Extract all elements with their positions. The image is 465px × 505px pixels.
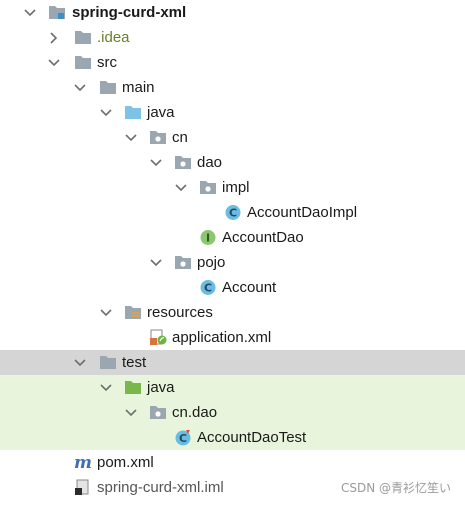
- tree-row-test-java[interactable]: java: [0, 375, 465, 400]
- test-class-icon: C: [174, 429, 192, 446]
- folder-icon: [99, 354, 117, 371]
- package-label: cn: [172, 129, 188, 146]
- chevron-down-icon[interactable]: [124, 400, 138, 425]
- interface-icon-letter: I: [206, 232, 210, 245]
- chevron-down-icon[interactable]: [73, 75, 87, 100]
- interface-icon: I: [199, 229, 217, 246]
- tree-row-account-dao[interactable]: I AccountDao: [0, 225, 465, 250]
- tree-row-resources[interactable]: resources: [0, 300, 465, 325]
- tree-row-pom-xml[interactable]: m pom.xml: [0, 450, 465, 475]
- tree-row-cn[interactable]: cn: [0, 125, 465, 150]
- file-label: AccountDao: [222, 229, 304, 246]
- maven-icon: m: [74, 453, 92, 473]
- tree-row-account[interactable]: C Account: [0, 275, 465, 300]
- folder-label: src: [97, 54, 117, 71]
- package-label: dao: [197, 154, 223, 171]
- tree-row-idea[interactable]: .idea: [0, 25, 465, 50]
- folder-label: test: [122, 354, 147, 371]
- file-label: AccountDaoImpl: [247, 204, 358, 221]
- chevron-down-icon[interactable]: [124, 125, 138, 150]
- tree-row-test[interactable]: test: [0, 350, 465, 375]
- tree-row-application-xml[interactable]: application.xml: [0, 325, 465, 350]
- tree-row-account-dao-impl[interactable]: C AccountDaoImpl: [0, 200, 465, 225]
- watermark: CSDN @青衫忆笙い: [340, 481, 451, 495]
- folder-label: .idea: [97, 29, 130, 46]
- resources-folder-icon: [124, 304, 142, 321]
- tree-row-cn-dao[interactable]: cn.dao: [0, 400, 465, 425]
- class-icon: C: [199, 279, 217, 296]
- class-icon-letter: C: [204, 282, 212, 295]
- test-source-folder-icon: [124, 379, 142, 396]
- chevron-down-icon[interactable]: [99, 375, 113, 400]
- tree-row-root[interactable]: spring-curd-xml: [0, 0, 465, 25]
- tree-row-dao[interactable]: dao: [0, 150, 465, 175]
- source-folder-icon: [124, 104, 142, 121]
- tree-row-account-dao-test[interactable]: C AccountDaoTest: [0, 425, 465, 450]
- folder-icon: [99, 79, 117, 96]
- package-icon: [174, 254, 192, 271]
- package-icon: [199, 179, 217, 196]
- chevron-down-icon[interactable]: [99, 100, 113, 125]
- tree-row-main[interactable]: main: [0, 75, 465, 100]
- package-label: cn.dao: [172, 404, 218, 421]
- spring-xml-file-icon: [149, 329, 167, 346]
- tree-row-src[interactable]: src: [0, 50, 465, 75]
- class-icon-letter: C: [229, 207, 237, 220]
- folder-label: resources: [147, 304, 213, 321]
- tree-row-impl[interactable]: impl: [0, 175, 465, 200]
- class-icon: C: [224, 204, 242, 221]
- module-folder-icon: [48, 4, 66, 21]
- maven-icon-letter: m: [74, 454, 92, 471]
- package-label: pojo: [197, 254, 226, 271]
- class-icon-letter: C: [179, 432, 187, 445]
- tree-row-pojo[interactable]: pojo: [0, 250, 465, 275]
- folder-icon: [74, 54, 92, 71]
- chevron-down-icon[interactable]: [149, 150, 163, 175]
- file-label: pom.xml: [97, 454, 154, 471]
- project-name: spring-curd-xml: [72, 4, 187, 21]
- tree-row-main-java[interactable]: java: [0, 100, 465, 125]
- chevron-down-icon[interactable]: [174, 175, 188, 200]
- chevron-down-icon[interactable]: [99, 300, 113, 325]
- package-label: impl: [222, 179, 250, 196]
- module-file-icon: [74, 479, 92, 496]
- folder-icon: [74, 29, 92, 46]
- file-label: application.xml: [172, 329, 272, 346]
- folder-label: java: [147, 379, 175, 396]
- file-label: Account: [222, 279, 277, 296]
- package-icon: [149, 129, 167, 146]
- package-icon: [149, 404, 167, 421]
- package-icon: [174, 154, 192, 171]
- chevron-right-icon[interactable]: [47, 25, 61, 50]
- chevron-down-icon[interactable]: [47, 50, 61, 75]
- file-label: AccountDaoTest: [197, 429, 307, 446]
- file-label: spring-curd-xml.iml: [97, 479, 224, 496]
- chevron-down-icon[interactable]: [23, 0, 37, 25]
- folder-label: java: [147, 104, 175, 121]
- chevron-down-icon[interactable]: [149, 250, 163, 275]
- folder-label: main: [122, 79, 155, 96]
- chevron-down-icon[interactable]: [73, 350, 87, 375]
